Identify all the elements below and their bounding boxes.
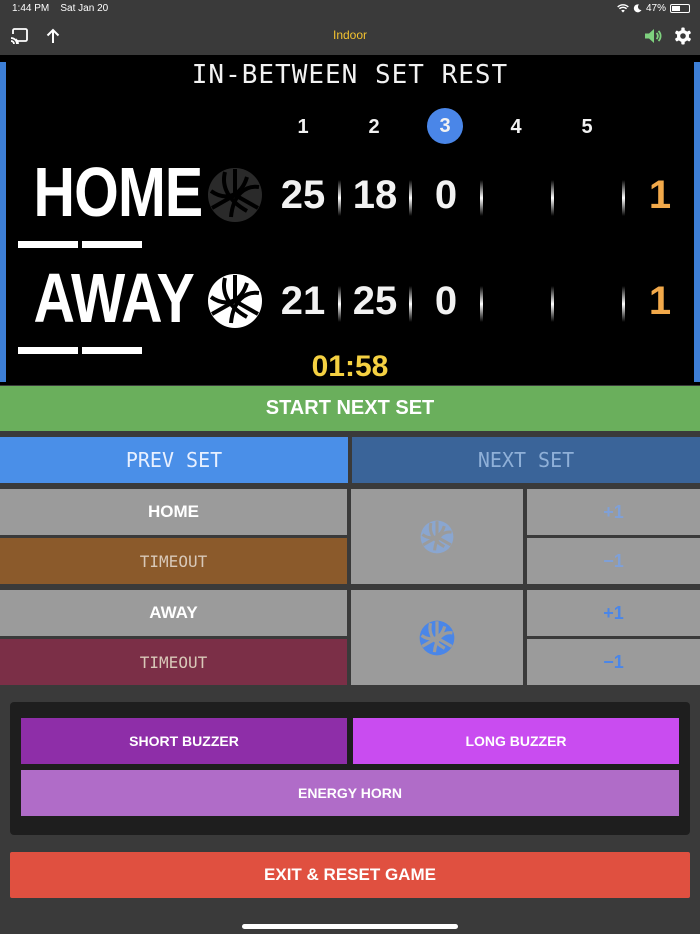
home-score-set-2: 18 bbox=[352, 173, 398, 217]
away-underline-right bbox=[82, 347, 142, 354]
long-buzzer-button[interactable]: LONG BUZZER bbox=[353, 718, 679, 764]
energy-horn-button[interactable]: ENERGY HORN bbox=[21, 770, 679, 816]
home-separator bbox=[409, 180, 412, 216]
status-time-date: 1:44 PM Sat Jan 20 bbox=[12, 3, 108, 14]
home-plus-one-button[interactable]: +1 bbox=[527, 489, 700, 535]
set-number-2: 2 bbox=[368, 116, 380, 138]
prev-set-button[interactable]: PREV SET bbox=[0, 437, 348, 483]
board-status-title: IN-BETWEEN SET REST bbox=[191, 60, 509, 90]
status-right: 47% bbox=[617, 3, 690, 14]
home-sets-won: 1 bbox=[648, 173, 672, 217]
away-score-set-2: 25 bbox=[352, 279, 398, 323]
home-timeout-button[interactable]: TIMEOUT bbox=[0, 538, 347, 584]
status-date: Sat Jan 20 bbox=[60, 3, 109, 14]
away-separator bbox=[338, 286, 341, 322]
away-timeout-button[interactable]: TIMEOUT bbox=[0, 639, 347, 685]
rest-clock: 01:58 bbox=[311, 350, 389, 383]
away-separator bbox=[409, 286, 412, 322]
home-score-set-1: 25 bbox=[280, 173, 326, 217]
away-team-button[interactable]: AWAY bbox=[0, 590, 347, 636]
away-serve-volleyball-icon bbox=[419, 620, 455, 655]
short-buzzer-button[interactable]: SHORT BUZZER bbox=[21, 718, 347, 764]
home-serve-button[interactable] bbox=[351, 489, 523, 584]
home-team-button[interactable]: HOME bbox=[0, 489, 347, 535]
speaker-icon[interactable] bbox=[643, 26, 663, 46]
home-indicator[interactable] bbox=[242, 924, 458, 929]
status-bar: 1:44 PM Sat Jan 20 47% bbox=[0, 0, 700, 18]
home-score-set-3: 0 bbox=[434, 173, 458, 217]
battery-percent: 47% bbox=[645, 3, 666, 14]
home-underline-right bbox=[82, 241, 142, 248]
away-serve-button[interactable] bbox=[351, 590, 523, 685]
away-separator bbox=[622, 286, 625, 322]
away-separator bbox=[551, 286, 554, 322]
wifi-icon bbox=[617, 4, 629, 13]
away-minus-one-button[interactable]: −1 bbox=[527, 639, 700, 685]
home-separator bbox=[622, 180, 625, 216]
home-separator bbox=[338, 180, 341, 216]
home-team-name: HOME bbox=[33, 153, 203, 231]
set-number-1: 1 bbox=[297, 116, 309, 138]
home-separator bbox=[551, 180, 554, 216]
away-score-set-3: 0 bbox=[434, 279, 458, 323]
scoreboard-right-edge bbox=[694, 62, 700, 382]
home-separator bbox=[480, 180, 483, 216]
battery-icon bbox=[670, 4, 690, 13]
home-volleyball-icon bbox=[208, 168, 262, 222]
scoreboard-left-edge bbox=[0, 62, 6, 382]
away-plus-one-button[interactable]: +1 bbox=[527, 590, 700, 636]
moon-icon bbox=[633, 4, 642, 13]
app-mode-title: Indoor bbox=[332, 28, 368, 42]
away-team-name: AWAY bbox=[33, 259, 194, 337]
set-number-5: 5 bbox=[581, 116, 593, 138]
home-minus-one-button[interactable]: −1 bbox=[527, 538, 700, 584]
set-number-4: 4 bbox=[510, 116, 522, 138]
set-number-3-active: 3 bbox=[427, 108, 463, 144]
gear-icon[interactable] bbox=[673, 26, 693, 46]
start-next-set-button[interactable]: START NEXT SET bbox=[0, 386, 700, 431]
exit-reset-game-button[interactable]: EXIT & RESET GAME bbox=[10, 852, 690, 898]
away-volleyball-icon bbox=[208, 274, 262, 328]
away-separator bbox=[480, 286, 483, 322]
away-score-set-1: 21 bbox=[280, 279, 326, 323]
away-sets-won: 1 bbox=[648, 279, 672, 323]
away-underline-left bbox=[18, 347, 78, 354]
home-serve-volleyball-icon bbox=[420, 520, 454, 553]
top-bar: Indoor bbox=[0, 18, 700, 55]
next-set-button[interactable]: NEXT SET bbox=[352, 437, 700, 483]
status-time: 1:44 PM bbox=[12, 3, 50, 14]
home-underline-left bbox=[18, 241, 78, 248]
